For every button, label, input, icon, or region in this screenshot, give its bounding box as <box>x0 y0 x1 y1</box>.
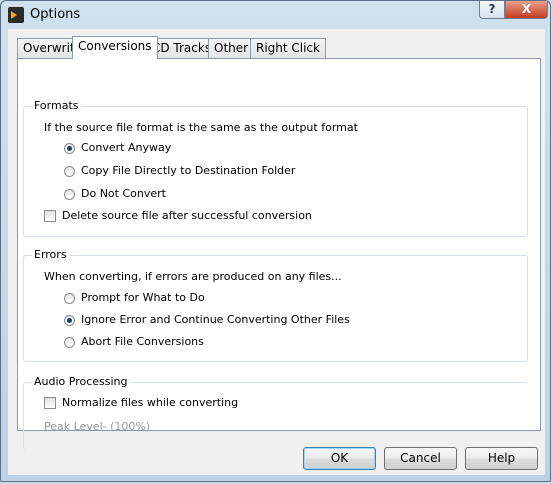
title-close-button[interactable]: X <box>505 1 548 19</box>
copy-directly-label[interactable]: Copy File Directly to Destination Folder <box>81 164 295 177</box>
formats-group-title: Formats <box>32 99 81 112</box>
window-title: Options <box>30 7 81 22</box>
cancel-button[interactable]: Cancel <box>384 447 457 470</box>
ignore-errors-label[interactable]: Ignore Error and Continue Converting Oth… <box>81 313 350 326</box>
convert-anyway-label[interactable]: Convert Anyway <box>81 141 171 154</box>
tab-conversions[interactable]: Conversions <box>72 36 158 59</box>
tab-other[interactable]: Other <box>208 38 255 58</box>
app-icon <box>8 7 24 23</box>
audio-group-title: Audio Processing <box>32 375 130 388</box>
audio-processing-group: Audio Processing Normalize files while c… <box>23 375 528 450</box>
options-dialog: Options ? X Overwrite Conversions CD Tra… <box>0 0 551 482</box>
conversions-tab-panel: Formats If the source file format is the… <box>17 58 541 450</box>
delete-source-checkbox[interactable] <box>44 210 56 222</box>
tab-right-click[interactable]: Right Click <box>250 38 327 58</box>
errors-group-title: Errors <box>32 248 69 261</box>
title-help-button[interactable]: ? <box>479 1 505 19</box>
help-icon: ? <box>488 2 496 16</box>
title-bar[interactable]: Options ? X <box>1 1 550 28</box>
prompt-label[interactable]: Prompt for What to Do <box>81 291 205 304</box>
formats-description: If the source file format is the same as… <box>44 121 358 134</box>
ignore-errors-radio[interactable] <box>64 315 75 326</box>
close-icon: X <box>521 2 532 16</box>
do-not-convert-label[interactable]: Do Not Convert <box>81 187 166 200</box>
abort-label[interactable]: Abort File Conversions <box>81 335 204 348</box>
abort-radio[interactable] <box>64 337 75 348</box>
help-button[interactable]: Help <box>465 447 538 470</box>
dialog-client-area: Overwrite Conversions CD Tracks Other Ri… <box>8 29 545 475</box>
normalize-checkbox[interactable] <box>44 397 56 409</box>
errors-group: Errors When converting, if errors are pr… <box>23 248 528 362</box>
do-not-convert-radio[interactable] <box>64 189 75 200</box>
convert-anyway-radio[interactable] <box>64 143 75 154</box>
ok-button[interactable]: OK <box>303 447 376 470</box>
peak-level-label: Peak Level- (100%) <box>44 420 151 433</box>
prompt-radio[interactable] <box>64 293 75 304</box>
errors-description: When converting, if errors are produced … <box>44 270 342 283</box>
copy-directly-radio[interactable] <box>64 166 75 177</box>
delete-source-label[interactable]: Delete source file after successful conv… <box>62 209 312 222</box>
formats-group: Formats If the source file format is the… <box>23 99 528 237</box>
normalize-label[interactable]: Normalize files while converting <box>62 396 238 409</box>
